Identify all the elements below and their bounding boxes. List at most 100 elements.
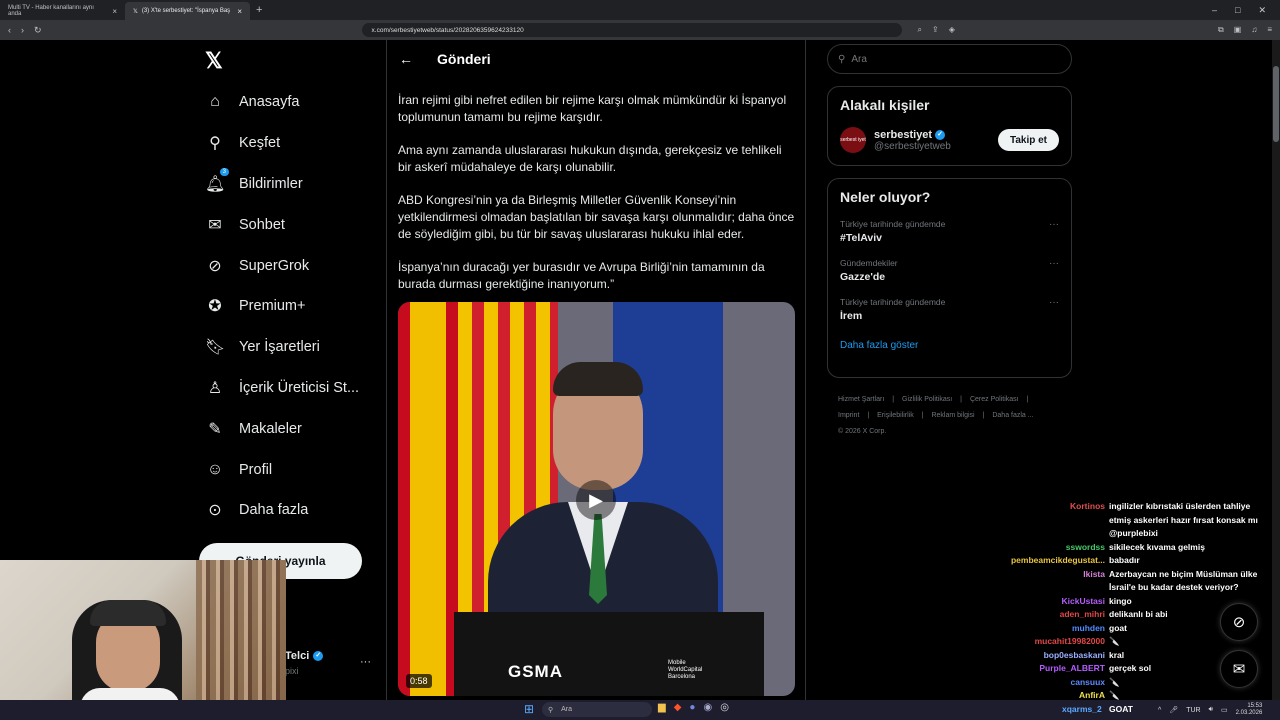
nav-label: Daha fazla (239, 502, 309, 519)
chat-username[interactable]: Ikista (986, 568, 1105, 582)
footer-link[interactable]: Reklam bilgisi (931, 412, 974, 419)
messages-icon[interactable]: ✉ (1220, 650, 1258, 688)
account-switcher[interactable]: Telci ✓ (285, 650, 324, 662)
nav-label: SuperGrok (239, 257, 310, 274)
more-options-icon[interactable]: ··· (1049, 219, 1059, 230)
shield-icon[interactable]: ◈ (949, 25, 955, 35)
menu-icon[interactable]: ≡ (1267, 25, 1272, 35)
bell-icon: 🔔︎ 3 (205, 167, 229, 194)
chat-line: @purplebixi (986, 527, 1280, 541)
mic-icon[interactable]: 🎤︎ (1169, 706, 1178, 714)
trend-item[interactable]: Gündemdekiler Gazze'de ··· (840, 258, 1059, 283)
person-name[interactable]: serbestiyet (874, 129, 932, 141)
post-video[interactable]: GSMA Mobile WorldCapital Barcelona ▶ 0:5… (398, 302, 795, 696)
nav-item-creator-studio[interactable]: ♙ İçerik Üreticisi St... (205, 368, 359, 409)
chat-username[interactable] (986, 527, 1105, 541)
media-icon[interactable]: ♫ (1251, 25, 1257, 35)
more-options-icon[interactable]: ··· (1049, 297, 1059, 308)
x-logo-icon[interactable]: 𝕏 (205, 48, 223, 74)
chat-message: 🔪 (1109, 636, 1120, 646)
chat-username[interactable]: aden_mihri (986, 608, 1105, 622)
trend-name: Gazze'de (840, 271, 886, 283)
url-field[interactable]: x.com/serbestiyetweb/status/202820635962… (361, 23, 902, 37)
forward-icon[interactable]: › (21, 25, 24, 35)
chat-username[interactable]: Purple_ALBERT (986, 662, 1105, 676)
nav-item-profile[interactable]: ☺ Profil (205, 449, 359, 490)
chat-username[interactable] (986, 514, 1105, 528)
chat-message: GOAT (1109, 704, 1133, 714)
nav-item-premium[interactable]: ✪ Premium+ (205, 286, 359, 327)
minimize-icon[interactable]: – (1212, 5, 1217, 16)
brave-icon[interactable]: ◆ (674, 702, 682, 713)
chat-username[interactable]: muhden (986, 622, 1105, 636)
zoom-icon[interactable]: ⌕ (918, 25, 922, 35)
browser-tab-x[interactable]: 𝕏 (3) X'te serbestiyet: "İspanya Baş × (125, 2, 250, 20)
share-icon[interactable]: ⇪ (932, 25, 939, 35)
play-icon[interactable]: ▶ (576, 480, 616, 520)
folder-icon[interactable]: ▆ (658, 702, 666, 713)
language-indicator[interactable]: TUR (1186, 707, 1200, 714)
chat-message: sikilecek kıvama gelmiş (1109, 541, 1205, 552)
nav-item-explore[interactable]: ⚲ Keşfet (205, 123, 359, 164)
volume-icon[interactable]: 🔊︎ (1209, 706, 1213, 714)
new-tab-button[interactable]: + (250, 4, 268, 16)
search-input[interactable] (851, 53, 1052, 65)
close-icon[interactable]: × (237, 7, 242, 16)
footer-link[interactable]: Erişilebilirlik (877, 412, 914, 419)
nav-item-home[interactable]: ⌂ Anasayfa (205, 82, 359, 123)
chat-username[interactable]: pembeamcikdegustat... (986, 554, 1105, 568)
chat-username[interactable]: sswordss (986, 541, 1105, 555)
browser-tab-multitv[interactable]: Multi TV - Haber kanallarını aynı anda × (0, 2, 125, 20)
reload-icon[interactable]: ↻ (34, 25, 42, 36)
chat-username[interactable]: Kortinos (986, 500, 1105, 514)
chevron-up-icon[interactable]: ^ (1158, 707, 1161, 714)
creator-icon: ♙ (207, 379, 223, 397)
sidebar-icon[interactable]: ▣ (1234, 25, 1242, 35)
taskbar-search[interactable]: ⚲ Ara (542, 702, 652, 717)
nav-label: Bildirimler (239, 175, 303, 192)
windows-start-icon[interactable]: ⊞ (524, 702, 534, 716)
nav-item-bookmarks[interactable]: 🔖︎ Yer İşaretleri (205, 327, 359, 368)
steam-icon[interactable]: ◉ (703, 702, 712, 713)
back-icon[interactable]: ‹ (8, 25, 11, 35)
nav-item-notifications[interactable]: 🔔︎ 3 Bildirimler (205, 164, 359, 205)
close-window-icon[interactable]: ✕ (1258, 5, 1266, 16)
grok-icon[interactable]: ⊘ (1220, 603, 1258, 641)
more-options-icon[interactable]: ··· (360, 656, 371, 668)
back-arrow-icon[interactable]: ← (399, 51, 413, 67)
follow-button[interactable]: Takip et (997, 129, 1059, 151)
chat-username[interactable]: bop0esbaskani (986, 649, 1105, 663)
nav-item-supergrok[interactable]: ⊘ SuperGrok (205, 245, 359, 286)
chat-username[interactable] (986, 581, 1105, 595)
discord-icon[interactable]: ● (689, 702, 695, 713)
obs-icon[interactable]: ◎ (720, 702, 729, 713)
extensions-icon[interactable]: ⧉ (1218, 25, 1224, 35)
footer-sep: | (960, 396, 962, 403)
trend-item[interactable]: Türkiye tarihinde gündemde İrem ··· (840, 297, 1059, 322)
chat-username[interactable]: cansuux (986, 676, 1106, 690)
maximize-icon[interactable]: □ (1235, 5, 1240, 16)
avatar[interactable]: serbest iyet (840, 127, 866, 153)
show-more-link[interactable]: Daha fazla göster (840, 340, 1059, 351)
footer-link[interactable]: Gizlilik Politikası (902, 396, 952, 403)
footer-link[interactable]: Çerez Politikası (970, 396, 1019, 403)
chat-message: etmiş askerleri hazır fırsat konsak mı (1109, 514, 1258, 525)
battery-icon[interactable]: ▭ (1221, 706, 1228, 714)
footer-link[interactable]: Daha fazla ... (992, 412, 1033, 419)
related-person[interactable]: serbest iyet serbestiyet ✓ @serbestiyetw… (840, 127, 1059, 153)
chat-username[interactable]: KickUstasi (986, 595, 1105, 609)
chat-username[interactable]: mucahit19982000 (986, 635, 1105, 649)
nav-item-more[interactable]: ⊙ Daha fazla (205, 490, 359, 531)
footer-link[interactable]: Hizmet Şartları (838, 396, 884, 403)
search-box[interactable]: ⚲ (827, 44, 1072, 74)
nav-item-chat[interactable]: ✉ Sohbet (205, 204, 359, 245)
trend-item[interactable]: Türkiye tarihinde gündemde #TelAviv ··· (840, 219, 1059, 244)
more-options-icon[interactable]: ··· (1049, 258, 1059, 269)
close-icon[interactable]: × (112, 7, 117, 16)
scrollbar-thumb[interactable] (1273, 66, 1279, 142)
nav-item-articles[interactable]: ✎ Makaleler (205, 408, 359, 449)
footer-link[interactable]: Imprint (838, 412, 859, 419)
article-icon: ✎ (208, 420, 222, 438)
clock[interactable]: 15:53 2.03.2026 (1236, 703, 1263, 717)
trend-context: Türkiye tarihinde gündemde (840, 219, 946, 229)
